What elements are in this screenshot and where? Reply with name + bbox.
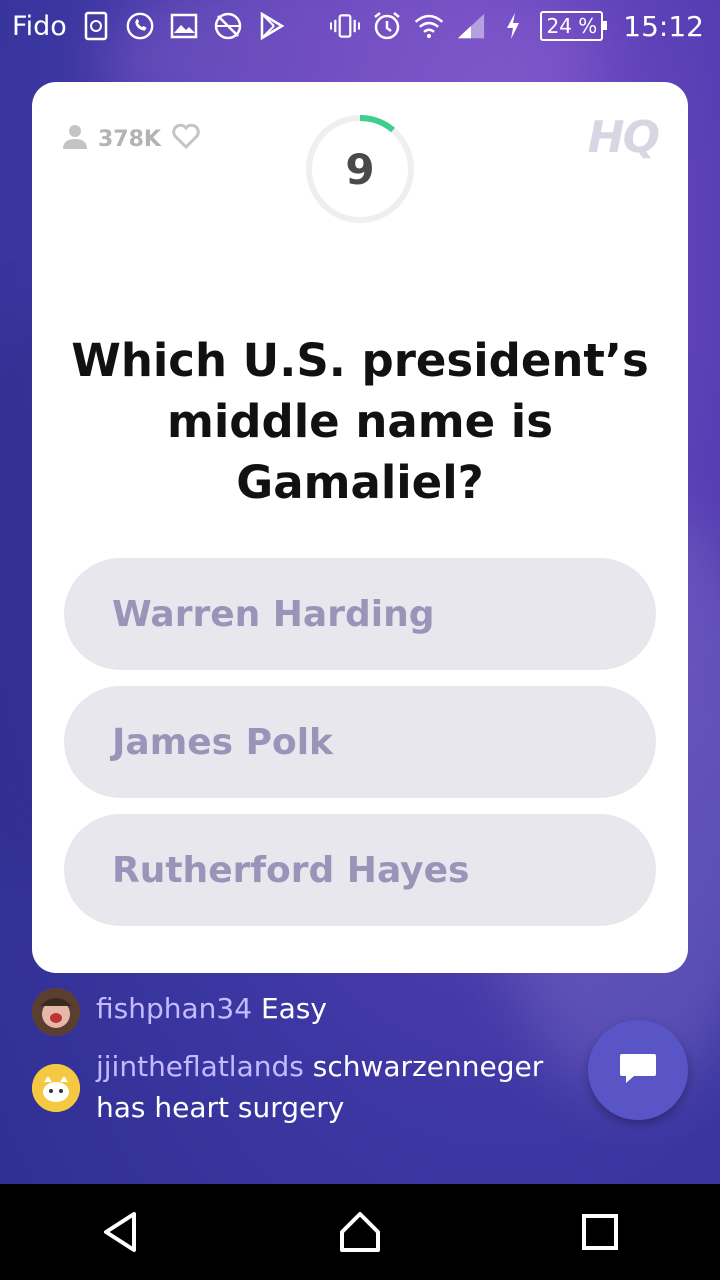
chat-bubble-icon (618, 1048, 658, 1092)
person-icon (62, 123, 88, 155)
question-text: Which U.S. president’s middle name is Ga… (71, 334, 649, 509)
signal-icon (456, 11, 486, 41)
avatar (32, 1064, 80, 1112)
sim-icon (81, 11, 111, 41)
chat-username: fishphan34 (96, 992, 253, 1025)
no-sync-icon (213, 11, 243, 41)
timer-value: 9 (345, 144, 375, 194)
hq-logo: HQ (587, 112, 660, 163)
wifi-icon (414, 11, 444, 41)
nav-bar (0, 1184, 720, 1280)
chat-username: jjintheflatlands (96, 1050, 304, 1083)
status-bar: Fido 24 % 15:12 (0, 0, 720, 52)
battery-level: 24 % (540, 11, 608, 41)
answer-option-2[interactable]: James Polk (64, 686, 656, 798)
answer-option-3[interactable]: Rutherford Hayes (64, 814, 656, 926)
back-icon[interactable] (90, 1202, 150, 1262)
viewer-count-text: 378K (98, 126, 161, 152)
play-store-icon (257, 11, 287, 41)
viewer-count: 378K (62, 122, 201, 156)
chat-text: jjintheflatlands schwarzenneger has hear… (96, 1046, 592, 1128)
gallery-icon (169, 11, 199, 41)
charging-icon (498, 11, 528, 41)
chat-body: Easy (260, 992, 327, 1025)
avatar (32, 988, 80, 1036)
answer-option-1[interactable]: Warren Harding (64, 558, 656, 670)
heart-icon[interactable] (171, 122, 201, 156)
whatsapp-icon (125, 11, 155, 41)
chat-button[interactable] (588, 1020, 688, 1120)
clock: 15:12 (623, 9, 704, 43)
question-card: 378K 9 HQ Which U.S. president’s middle … (32, 82, 688, 973)
alarm-icon (372, 11, 402, 41)
chat-message: jjintheflatlands schwarzenneger has hear… (32, 1046, 592, 1128)
chat-text: fishphan34 Easy (96, 988, 327, 1029)
recents-icon[interactable] (570, 1202, 630, 1262)
countdown-timer: 9 (305, 114, 415, 224)
home-icon[interactable] (330, 1202, 390, 1262)
carrier-name: Fido (12, 10, 67, 42)
chat-message: fishphan34 Easy (32, 988, 592, 1036)
vibrate-icon (330, 11, 361, 41)
